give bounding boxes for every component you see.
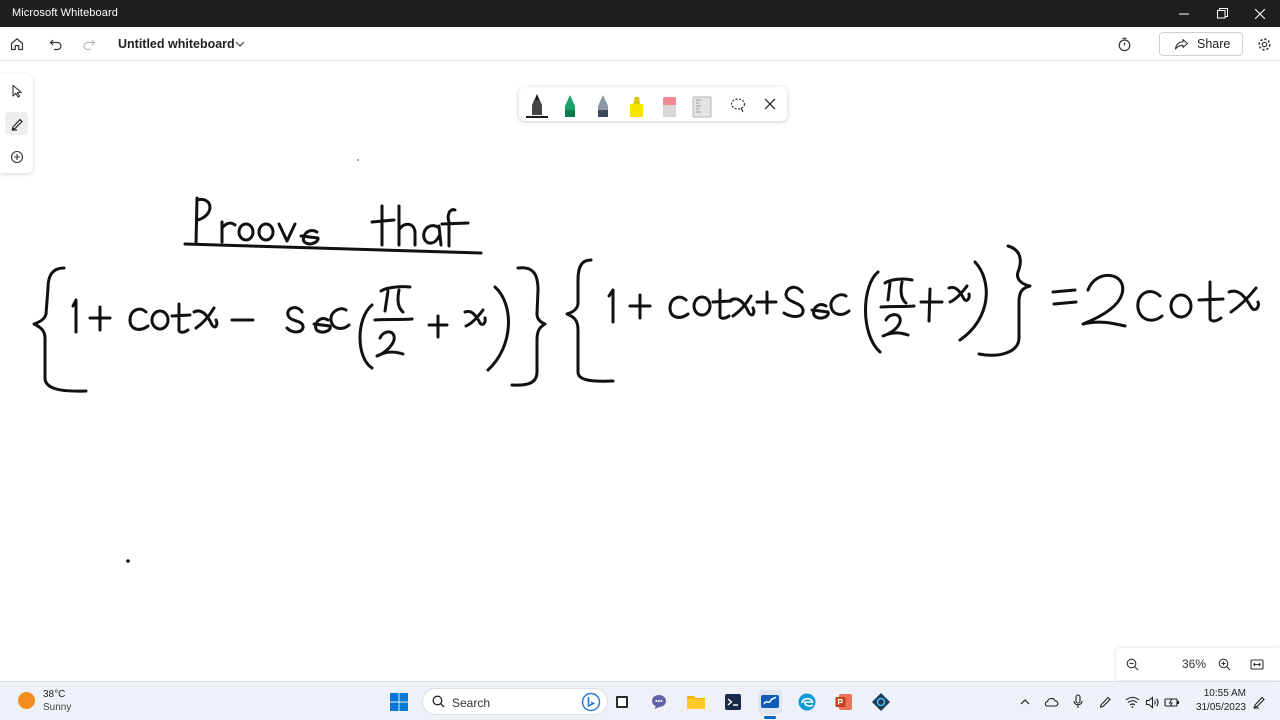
diamond-app-icon [872, 693, 890, 711]
app-button[interactable] [869, 690, 893, 714]
lasso-icon [730, 98, 746, 113]
cloud-icon [1044, 697, 1059, 707]
weather-condition[interactable]: Sunny [43, 702, 71, 713]
zoom-in-icon [1218, 658, 1230, 670]
search-label: Search [452, 696, 491, 710]
clock-date[interactable]: 31/05/2023 [1190, 702, 1246, 713]
wifi-icon [1125, 696, 1139, 708]
onedrive-button[interactable] [1042, 693, 1060, 711]
terminal-icon [725, 694, 741, 710]
black-pen-button[interactable] [524, 91, 550, 119]
weather-temperature[interactable]: 38°C [43, 689, 65, 700]
battery-button[interactable] [1163, 693, 1181, 711]
chevron-up-icon [1020, 699, 1030, 705]
add-circle-icon [10, 150, 23, 163]
ink-heading [183, 196, 483, 255]
ruler-icon [692, 96, 712, 118]
pen-icon [1099, 696, 1111, 708]
ink-dot [126, 559, 130, 563]
bing-icon [581, 692, 601, 712]
pen-tray [519, 87, 787, 121]
weather-sun-icon[interactable] [18, 692, 35, 709]
wifi-button[interactable] [1123, 693, 1141, 711]
volume-button[interactable] [1143, 693, 1161, 711]
start-button[interactable] [387, 690, 411, 714]
green-pen-icon [565, 95, 575, 117]
inking-tool[interactable] [5, 112, 28, 135]
eraser-button[interactable] [656, 91, 682, 119]
ink-left-factor [32, 266, 547, 393]
fit-to-screen-button[interactable] [1249, 656, 1265, 672]
ink-right-factor [565, 244, 1032, 383]
left-tool-panel [0, 74, 33, 173]
gray-pen-button[interactable] [590, 91, 616, 119]
clock-time[interactable]: 10:55 AM [1190, 688, 1246, 699]
terminal-button[interactable] [721, 690, 745, 714]
zoom-level: 36% [1181, 657, 1207, 671]
select-tool[interactable] [5, 79, 28, 102]
pen-icon [11, 118, 23, 131]
taskbar-search[interactable]: Search [422, 688, 608, 715]
teams-chat-button[interactable] [647, 690, 671, 714]
edge-browser-button[interactable] [795, 690, 819, 714]
ruler-button[interactable] [689, 91, 715, 119]
edge-icon [798, 693, 816, 711]
powerpoint-icon [835, 694, 852, 710]
microphone-icon [1073, 694, 1083, 708]
highlighter-icon [630, 97, 643, 117]
whiteboard-taskbar-button[interactable] [758, 690, 782, 714]
show-hidden-icons-button[interactable] [1016, 693, 1034, 711]
notification-pen-icon [1253, 696, 1265, 709]
add-content-tool[interactable] [5, 145, 28, 168]
battery-icon [1164, 698, 1179, 707]
black-pen-icon [526, 94, 548, 118]
microphone-button[interactable] [1069, 693, 1087, 711]
zoom-out-icon [1126, 658, 1138, 670]
file-explorer-button[interactable] [684, 690, 708, 714]
ink-result [1051, 273, 1260, 328]
pointer-icon [11, 84, 22, 98]
pen-menu-button[interactable] [1096, 693, 1114, 711]
fit-screen-icon [1250, 658, 1264, 670]
lasso-select-button[interactable] [725, 91, 751, 119]
chat-icon [652, 695, 666, 709]
active-app-indicator [764, 716, 776, 719]
zoom-out-button[interactable] [1124, 656, 1140, 672]
notifications-button[interactable] [1250, 693, 1268, 711]
highlighter-button[interactable] [623, 91, 649, 119]
eraser-icon [663, 97, 676, 117]
search-icon [432, 695, 445, 708]
close-icon [764, 98, 776, 110]
green-pen-button[interactable] [557, 91, 583, 119]
folder-icon [687, 696, 705, 709]
zoom-in-button[interactable] [1216, 656, 1232, 672]
zoom-controls: 36% [1116, 648, 1280, 680]
task-view-button[interactable] [610, 690, 634, 714]
ink-dot [357, 159, 359, 161]
task-view-icon [616, 696, 628, 708]
windows-taskbar: 38°C Sunny Search 10:55 AM 31/05/2023 [0, 681, 1280, 720]
speaker-icon [1145, 695, 1159, 709]
whiteboard-icon [761, 695, 779, 708]
windows-logo-icon [390, 693, 408, 711]
close-pen-tray-button[interactable] [757, 91, 783, 119]
gray-pen-icon [598, 95, 608, 117]
powerpoint-button[interactable] [832, 690, 856, 714]
